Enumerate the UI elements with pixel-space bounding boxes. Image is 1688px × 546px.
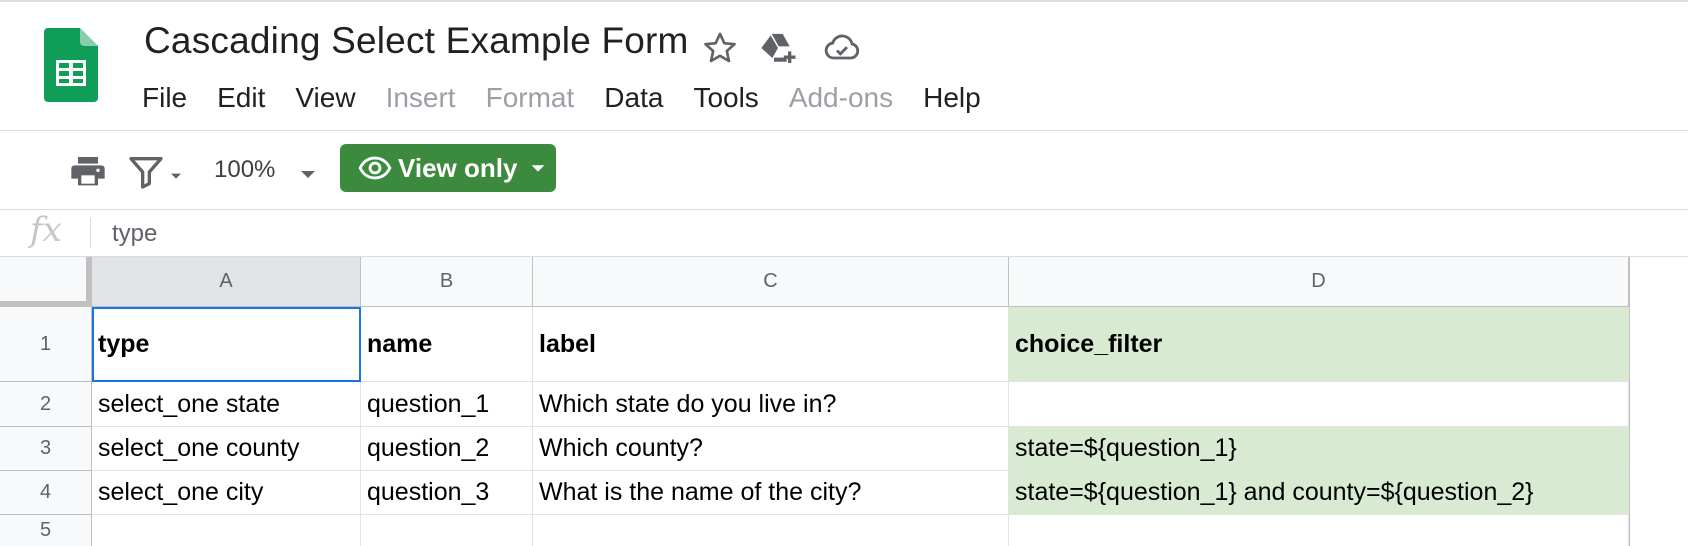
header-divider bbox=[0, 130, 1688, 131]
menu-data[interactable]: Data bbox=[604, 78, 677, 122]
cell-b4[interactable]: question_3 bbox=[361, 471, 533, 515]
chevron-down-icon bbox=[527, 157, 549, 179]
fx-icon: fx bbox=[30, 210, 62, 250]
cell-b1[interactable]: name bbox=[361, 307, 533, 382]
filter-icon[interactable] bbox=[126, 152, 186, 192]
chevron-down-icon[interactable] bbox=[296, 162, 320, 186]
cell-d1[interactable]: choice_filter bbox=[1009, 307, 1629, 382]
cell-d3[interactable]: state=${question_1} bbox=[1009, 427, 1629, 471]
cell-c3[interactable]: Which county? bbox=[533, 427, 1009, 471]
menu-add-ons[interactable]: Add-ons bbox=[789, 78, 907, 122]
cell-d5[interactable] bbox=[1009, 515, 1629, 546]
menu-format[interactable]: Format bbox=[486, 78, 589, 122]
menu-file[interactable]: File bbox=[142, 78, 201, 122]
view-only-label: View only bbox=[398, 152, 518, 183]
select-all-corner[interactable] bbox=[0, 257, 92, 307]
top-border bbox=[0, 0, 1688, 2]
menu-tools[interactable]: Tools bbox=[693, 78, 772, 122]
grid-overflow-area bbox=[1629, 257, 1688, 546]
document-title[interactable]: Cascading Select Example Form bbox=[144, 20, 689, 62]
row-header-5[interactable]: 5 bbox=[0, 515, 92, 546]
cell-c4[interactable]: What is the name of the city? bbox=[533, 471, 1009, 515]
move-to-drive-icon[interactable] bbox=[758, 28, 798, 68]
cell-b2[interactable]: question_1 bbox=[361, 382, 533, 427]
column-header-a[interactable]: A bbox=[92, 257, 361, 307]
row-header-1[interactable]: 1 bbox=[0, 307, 92, 382]
column-header-b[interactable]: B bbox=[361, 257, 533, 307]
column-header-d[interactable]: D bbox=[1009, 257, 1629, 307]
row-header-4[interactable]: 4 bbox=[0, 471, 92, 515]
cell-b5[interactable] bbox=[361, 515, 533, 546]
row-header-2[interactable]: 2 bbox=[0, 382, 92, 427]
cell-c1[interactable]: label bbox=[533, 307, 1009, 382]
menu-bar: File Edit View Insert Format Data Tools … bbox=[142, 78, 1011, 122]
zoom-select[interactable]: 100% bbox=[214, 156, 275, 184]
cell-a3[interactable]: select_one county bbox=[92, 427, 361, 471]
cell-a4[interactable]: select_one city bbox=[92, 471, 361, 515]
menu-edit[interactable]: Edit bbox=[217, 78, 279, 122]
cell-d4[interactable]: state=${question_1} and county=${questio… bbox=[1009, 471, 1629, 515]
menu-insert[interactable]: Insert bbox=[386, 78, 470, 122]
cell-c5[interactable] bbox=[533, 515, 1009, 546]
cloud-saved-icon[interactable] bbox=[822, 28, 862, 68]
cell-b3[interactable]: question_2 bbox=[361, 427, 533, 471]
formula-separator bbox=[90, 218, 91, 248]
toolbar-divider bbox=[0, 209, 1688, 210]
google-sheets-logo-icon[interactable] bbox=[44, 28, 98, 102]
menu-help[interactable]: Help bbox=[923, 78, 995, 122]
eye-icon bbox=[358, 151, 392, 185]
star-icon[interactable] bbox=[700, 28, 740, 68]
cell-a1[interactable]: type bbox=[92, 307, 361, 382]
cell-a5[interactable] bbox=[92, 515, 361, 546]
cell-a2[interactable]: select_one state bbox=[92, 382, 361, 427]
print-icon[interactable] bbox=[68, 152, 108, 192]
formula-input[interactable]: type bbox=[112, 220, 157, 248]
column-header-c[interactable]: C bbox=[533, 257, 1009, 307]
row-header-3[interactable]: 3 bbox=[0, 427, 92, 471]
menu-view[interactable]: View bbox=[295, 78, 369, 122]
cell-d2[interactable] bbox=[1009, 382, 1629, 427]
view-only-button[interactable]: View only bbox=[340, 144, 556, 192]
cell-c2[interactable]: Which state do you live in? bbox=[533, 382, 1009, 427]
